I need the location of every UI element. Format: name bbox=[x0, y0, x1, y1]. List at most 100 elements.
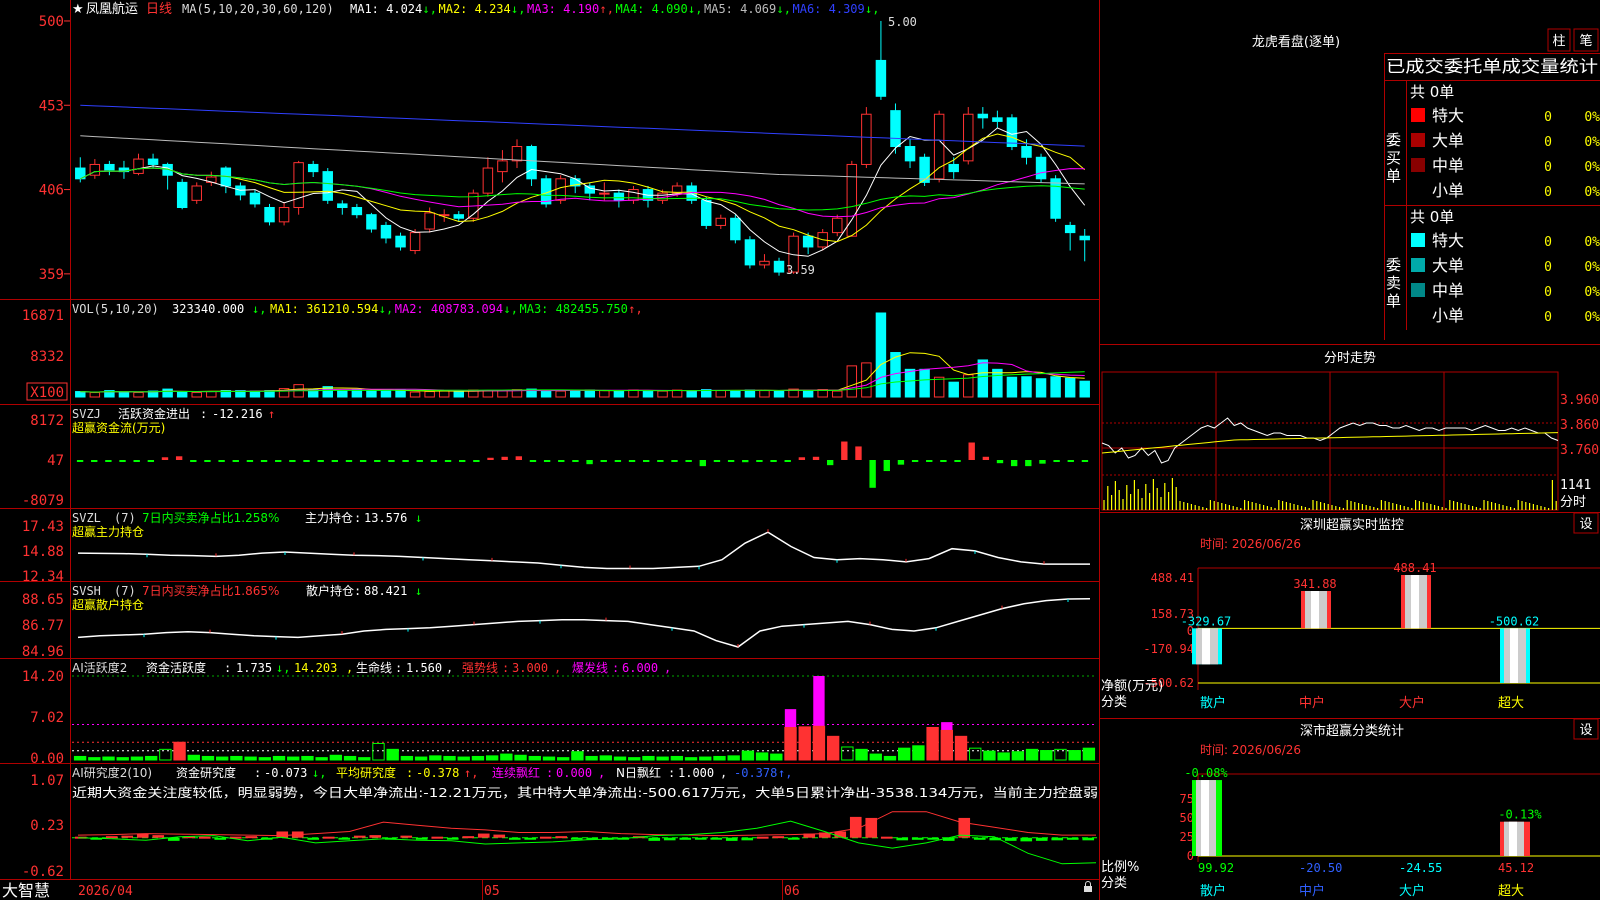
ai2-bar bbox=[663, 837, 676, 841]
classify-ratio-label: 比例% bbox=[1101, 860, 1139, 875]
period-label[interactable]: 日线 bbox=[146, 2, 172, 17]
svsh-subtitle: 超赢散户持仓 bbox=[72, 597, 144, 612]
candle bbox=[1006, 117, 1018, 148]
svzj-bar bbox=[289, 459, 296, 462]
classify-y-tick: 25 bbox=[1180, 830, 1194, 844]
ai1-comma4: , bbox=[554, 661, 561, 675]
volume-bar bbox=[1035, 378, 1047, 398]
candle bbox=[497, 160, 508, 173]
ai2-bar bbox=[1082, 837, 1095, 841]
volume-bar bbox=[366, 390, 377, 398]
ai2-bar bbox=[353, 835, 366, 838]
candle bbox=[1021, 146, 1032, 158]
svzl-y-axis: 17.43 14.88 12.34 bbox=[22, 519, 64, 585]
ai1-y-axis: 14.20 7.02 0.00 bbox=[22, 669, 64, 767]
ai2-y-tick: -0.62 bbox=[22, 864, 64, 880]
candle bbox=[395, 235, 406, 248]
ma-legend-arrow: ↓, bbox=[865, 2, 879, 16]
candle bbox=[351, 206, 363, 216]
ai2-bar bbox=[105, 836, 118, 839]
candle bbox=[511, 146, 523, 162]
order-pct: 0% bbox=[1584, 135, 1600, 150]
vol-ma-arrow: ↓, bbox=[379, 302, 393, 316]
classify-cat-label: 分类 bbox=[1101, 876, 1127, 891]
svzj-bar bbox=[388, 459, 395, 462]
ai2-bar bbox=[1035, 837, 1048, 841]
classify-top-label: -0.13% bbox=[1498, 808, 1542, 822]
dragon-title: 龙虎看盘(逐单) bbox=[1252, 34, 1340, 50]
svzj-bar bbox=[657, 459, 664, 462]
ma-legend-arrow: ↑, bbox=[600, 2, 614, 16]
ai1-desc5: 爆发线 bbox=[572, 660, 608, 675]
ai1-bar bbox=[869, 753, 882, 761]
ai2-bar bbox=[1004, 837, 1017, 841]
candle bbox=[977, 113, 989, 119]
candle bbox=[1050, 178, 1061, 219]
volume-bar bbox=[75, 391, 86, 398]
side-label-char: 卖 bbox=[1386, 274, 1401, 292]
dragon-header: 已成交委托单成交量统计 bbox=[1386, 57, 1598, 76]
ai2-colon4: : bbox=[668, 766, 675, 780]
order-count: 共 0单 bbox=[1410, 208, 1454, 226]
candle bbox=[366, 214, 377, 230]
volume-bar bbox=[802, 390, 814, 398]
svzj-bar bbox=[345, 459, 353, 462]
kline-y-tick: 359 bbox=[39, 267, 64, 283]
ai1-bar bbox=[500, 753, 513, 761]
svzj-bar bbox=[968, 442, 975, 460]
svsh-colon: : bbox=[354, 584, 361, 598]
vol-y-tick: X100 bbox=[30, 385, 64, 401]
svzj-bar bbox=[359, 459, 367, 462]
volume-bar bbox=[904, 368, 916, 398]
volume-bar bbox=[162, 388, 173, 398]
ai1-bar bbox=[670, 755, 684, 761]
ma-params: MA(5,10,20,30,60,120) bbox=[182, 2, 334, 16]
monitor-bar-highlight bbox=[1311, 591, 1319, 629]
svzj-colon: : bbox=[200, 407, 207, 421]
monitor-time: 时间: 2026/06/26 bbox=[1200, 537, 1301, 551]
svsh-plot-path bbox=[77, 597, 1091, 648]
intraday-chart[interactable]: 3.960 3.860 3.760 1141 分时 bbox=[1101, 371, 1599, 511]
ai1-bar bbox=[88, 757, 101, 761]
svzj-bars bbox=[76, 441, 1089, 488]
volume-bar bbox=[599, 390, 610, 398]
monitor-bar-label: -500.62 bbox=[1489, 614, 1540, 628]
order-value: 0 bbox=[1544, 110, 1552, 125]
ai1-comma2: , bbox=[346, 661, 353, 675]
ai1-bar bbox=[1068, 750, 1081, 761]
volume-bar bbox=[540, 390, 552, 398]
side-label-char: 委 bbox=[1386, 131, 1401, 149]
xaxis-label-3: 06 bbox=[784, 884, 800, 899]
candle bbox=[249, 192, 261, 205]
classify-category: 散户 bbox=[1200, 883, 1226, 899]
svsh-period: (7) bbox=[114, 584, 136, 598]
ai2-desc1: 资金研究度 bbox=[176, 765, 236, 780]
ai1-colon5: : bbox=[612, 661, 619, 675]
svzl-period: (7) bbox=[114, 511, 136, 525]
ai2-bar bbox=[276, 831, 289, 838]
ai2-bar bbox=[927, 837, 940, 840]
volume-bar bbox=[715, 390, 727, 398]
ai1-bar bbox=[272, 755, 286, 761]
ai1-name: AI活跃度2 bbox=[72, 660, 127, 675]
stock-name[interactable]: 凤凰航运 bbox=[86, 1, 138, 17]
svzj-bar bbox=[487, 457, 494, 460]
kline-main-chart[interactable]: ★ 凤凰航运 日线 MA(5,10,20,30,60,120) MA1: 4.0… bbox=[0, 0, 1100, 900]
svzl-plot-path bbox=[77, 531, 1090, 570]
volume-bar bbox=[380, 390, 392, 398]
svzj-bar bbox=[1010, 459, 1018, 467]
lock-icon[interactable] bbox=[1084, 881, 1092, 893]
ai1-bar bbox=[727, 755, 740, 761]
volume-bar bbox=[409, 391, 421, 398]
monitor-y-tick: -170.94 bbox=[1143, 642, 1194, 656]
ai2-bar bbox=[772, 836, 785, 839]
ai1-bar bbox=[798, 726, 811, 761]
volume-bar bbox=[206, 391, 217, 398]
intraday-y-tick: 3.860 bbox=[1560, 418, 1599, 433]
volume-bar bbox=[992, 368, 1003, 398]
order-value: 0 bbox=[1544, 310, 1552, 325]
ai2-bar bbox=[446, 837, 459, 840]
ai1-bar bbox=[826, 735, 840, 761]
monitor-bar-label: 488.41 bbox=[1393, 561, 1436, 575]
volume-bar bbox=[1079, 380, 1090, 398]
